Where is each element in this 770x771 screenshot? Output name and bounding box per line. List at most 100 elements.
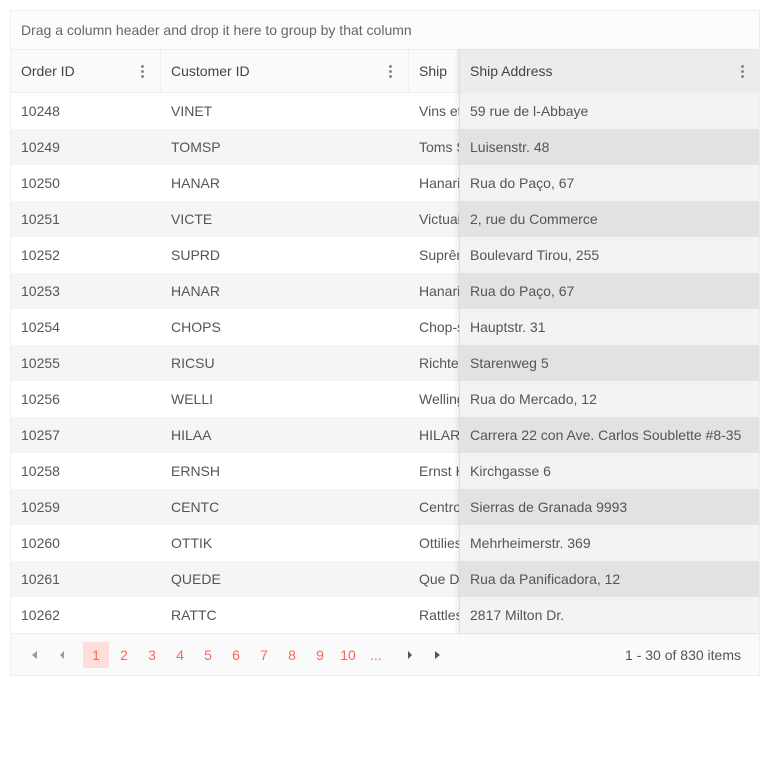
- cell-customerid: VICTE: [161, 211, 409, 227]
- cell-orderid: 10260: [11, 535, 161, 551]
- first-page-icon: [28, 649, 40, 661]
- cell-shipname: Vins et alcools Chevalier: [409, 103, 459, 119]
- pager-page-1[interactable]: 1: [83, 642, 109, 668]
- cell-shipaddress: Kirchgasse 6: [460, 463, 760, 479]
- pager-page-10[interactable]: 10: [335, 642, 361, 668]
- pager-page-6[interactable]: 6: [223, 642, 249, 668]
- cell-customerid: WELLI: [161, 391, 409, 407]
- cell-orderid: 10250: [11, 175, 161, 191]
- table-row[interactable]: Starenweg 5: [460, 345, 759, 381]
- cell-orderid: 10251: [11, 211, 161, 227]
- cell-customerid: SUPRD: [161, 247, 409, 263]
- cell-shipname: Hanari Carnes: [409, 175, 459, 191]
- cell-orderid: 10249: [11, 139, 161, 155]
- cell-shipname: Victuailles en stock: [409, 211, 459, 227]
- frozen-header-row: Ship Address: [460, 50, 759, 93]
- cell-customerid: HANAR: [161, 283, 409, 299]
- cell-orderid: 10252: [11, 247, 161, 263]
- cell-customerid: QUEDE: [161, 571, 409, 587]
- cell-orderid: 10257: [11, 427, 161, 443]
- next-page-icon: [405, 650, 415, 660]
- cell-shipaddress: Rua do Paço, 67: [460, 283, 760, 299]
- table-row[interactable]: Boulevard Tirou, 255: [460, 237, 759, 273]
- cell-shipname: Richter Supermarkt: [409, 355, 459, 371]
- column-header-orderid[interactable]: Order ID: [11, 50, 161, 92]
- data-grid: Drag a column header and drop it here to…: [10, 10, 760, 676]
- cell-customerid: CHOPS: [161, 319, 409, 335]
- cell-orderid: 10261: [11, 571, 161, 587]
- column-header-shipaddress[interactable]: Ship Address: [460, 50, 760, 92]
- pager-page-3[interactable]: 3: [139, 642, 165, 668]
- cell-customerid: ERNSH: [161, 463, 409, 479]
- table-row[interactable]: Kirchgasse 6: [460, 453, 759, 489]
- column-label: Ship Address: [470, 63, 553, 79]
- table-row[interactable]: Rua do Paço, 67: [460, 165, 759, 201]
- pager-next-button[interactable]: [397, 642, 423, 668]
- cell-shipaddress: 2, rue du Commerce: [460, 211, 760, 227]
- pager-info: 1 - 30 of 830 items: [625, 647, 749, 663]
- table-row[interactable]: Rua do Paço, 67: [460, 273, 759, 309]
- table-row[interactable]: 2, rue du Commerce: [460, 201, 759, 237]
- last-page-icon: [432, 649, 444, 661]
- table-row[interactable]: Rua do Mercado, 12: [460, 381, 759, 417]
- pager: 12345678910... 1 - 30 of 830 items: [11, 633, 759, 675]
- table-row[interactable]: Luisenstr. 48: [460, 129, 759, 165]
- cell-shipaddress: Rua do Mercado, 12: [460, 391, 760, 407]
- pager-more[interactable]: ...: [363, 642, 389, 668]
- pager-controls: 12345678910...: [21, 642, 451, 668]
- column-label: Order ID: [21, 63, 75, 79]
- cell-customerid: RATTC: [161, 607, 409, 623]
- column-label: Ship Name: [419, 63, 449, 79]
- group-panel[interactable]: Drag a column header and drop it here to…: [11, 11, 759, 50]
- pager-page-2[interactable]: 2: [111, 642, 137, 668]
- cell-orderid: 10256: [11, 391, 161, 407]
- cell-customerid: CENTC: [161, 499, 409, 515]
- column-header-shipname[interactable]: Ship Name: [409, 50, 459, 92]
- table-row[interactable]: Hauptstr. 31: [460, 309, 759, 345]
- column-menu-icon[interactable]: [134, 63, 150, 79]
- pager-first-button[interactable]: [21, 642, 47, 668]
- cell-shipname: Ernst Handel: [409, 463, 459, 479]
- cell-customerid: TOMSP: [161, 139, 409, 155]
- cell-customerid: OTTIK: [161, 535, 409, 551]
- cell-orderid: 10255: [11, 355, 161, 371]
- pager-prev-button[interactable]: [49, 642, 75, 668]
- cell-orderid: 10253: [11, 283, 161, 299]
- cell-shipname: Chop-suey Chinese: [409, 319, 459, 335]
- cell-shipname: Suprêmes délices: [409, 247, 459, 263]
- cell-shipaddress: 59 rue de l-Abbaye: [460, 103, 760, 119]
- cell-orderid: 10262: [11, 607, 161, 623]
- pager-page-4[interactable]: 4: [167, 642, 193, 668]
- cell-shipaddress: Mehrheimerstr. 369: [460, 535, 760, 551]
- cell-customerid: RICSU: [161, 355, 409, 371]
- table-row[interactable]: Sierras de Granada 9993: [460, 489, 759, 525]
- cell-shipaddress: Boulevard Tirou, 255: [460, 247, 760, 263]
- pager-page-5[interactable]: 5: [195, 642, 221, 668]
- cell-shipaddress: Rua da Panificadora, 12: [460, 571, 760, 587]
- pager-last-button[interactable]: [425, 642, 451, 668]
- pager-page-7[interactable]: 7: [251, 642, 277, 668]
- cell-orderid: 10254: [11, 319, 161, 335]
- table-row[interactable]: 59 rue de l-Abbaye: [460, 93, 759, 129]
- grid-body: Order ID Customer ID Ship Name 10248VINE…: [11, 50, 759, 633]
- table-row[interactable]: Rua da Panificadora, 12: [460, 561, 759, 597]
- cell-shipaddress: Luisenstr. 48: [460, 139, 760, 155]
- cell-customerid: VINET: [161, 103, 409, 119]
- cell-shipname: Wellington Importadora: [409, 391, 459, 407]
- pager-page-9[interactable]: 9: [307, 642, 333, 668]
- table-row[interactable]: Mehrheimerstr. 369: [460, 525, 759, 561]
- table-row[interactable]: Carrera 22 con Ave. Carlos Soublette #8-…: [460, 417, 759, 453]
- cell-orderid: 10259: [11, 499, 161, 515]
- cell-shipaddress: Carrera 22 con Ave. Carlos Soublette #8-…: [460, 427, 760, 443]
- column-menu-icon[interactable]: [734, 63, 750, 79]
- cell-shipname: Ottilies Käseladen: [409, 535, 459, 551]
- cell-customerid: HANAR: [161, 175, 409, 191]
- table-row[interactable]: 2817 Milton Dr.: [460, 597, 759, 633]
- cell-shipaddress: Starenweg 5: [460, 355, 760, 371]
- pager-page-8[interactable]: 8: [279, 642, 305, 668]
- cell-shipname: Que Delícia: [409, 571, 459, 587]
- column-menu-icon[interactable]: [382, 63, 398, 79]
- cell-shipname: Rattlesnake Canyon Grocery: [409, 607, 459, 623]
- column-header-customerid[interactable]: Customer ID: [161, 50, 409, 92]
- cell-shipname: HILARION-Abastos: [409, 427, 459, 443]
